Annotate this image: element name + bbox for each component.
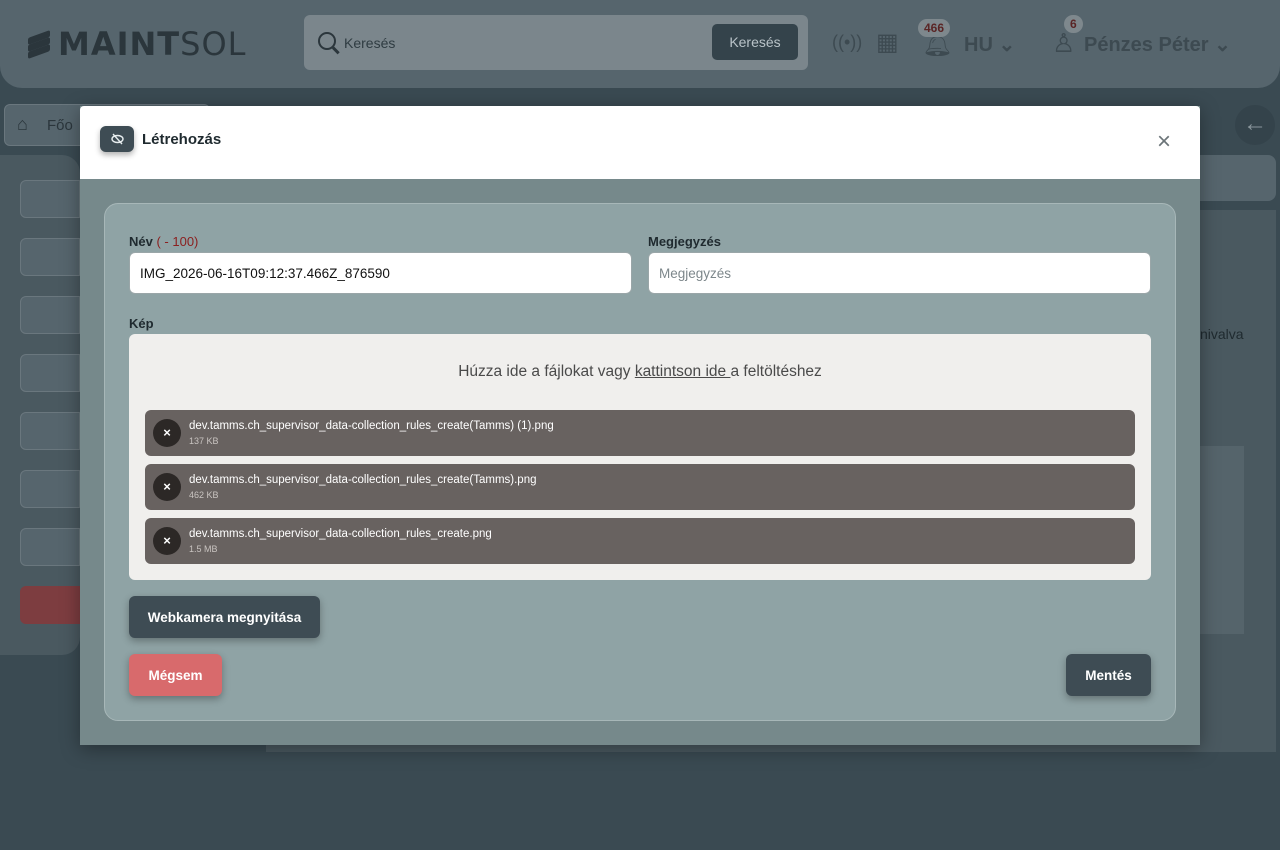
dropzone-suffix: a feltöltéshez: [730, 363, 822, 380]
chevron-down-icon: ⌄: [998, 34, 1016, 56]
logo-text-bold: MAINT: [58, 25, 181, 63]
remove-file-button[interactable]: ×: [153, 419, 181, 447]
app-logo[interactable]: MAINT SOL: [26, 25, 247, 63]
notification-badge: 466: [918, 19, 951, 37]
side-menu-item[interactable]: [20, 180, 80, 218]
save-button[interactable]: Mentés: [1066, 654, 1151, 696]
qr-code-icon[interactable]: ▦: [876, 28, 899, 57]
search-input[interactable]: [344, 29, 704, 57]
search-icon: [318, 32, 336, 50]
search-button[interactable]: Keresés: [712, 24, 798, 60]
side-menu-item[interactable]: [20, 238, 80, 276]
back-arrow-icon[interactable]: ←: [1235, 105, 1275, 145]
chevron-down-icon: ⌄: [1214, 34, 1231, 56]
uploaded-file-item: × dev.tamms.ch_supervisor_data-collectio…: [145, 518, 1135, 564]
file-name: dev.tamms.ch_supervisor_data-collection_…: [189, 420, 554, 432]
note-label: Megjegyzés: [648, 234, 721, 249]
user-badge: 6: [1064, 15, 1083, 33]
right-panel-card: [1200, 446, 1244, 634]
global-search: Keresés: [304, 15, 808, 70]
home-icon: ⌂: [17, 114, 28, 134]
logo-mark-icon: [26, 29, 52, 60]
uploaded-file-item: × dev.tamms.ch_supervisor_data-collectio…: [145, 410, 1135, 456]
side-menu-item[interactable]: [20, 528, 80, 566]
name-label-text: Név: [129, 234, 153, 249]
remove-file-button[interactable]: ×: [153, 473, 181, 501]
eye-slash-icon: [100, 126, 134, 152]
remove-file-button[interactable]: ×: [153, 527, 181, 555]
user-name: Pénzes Péter: [1084, 34, 1209, 56]
dropzone-instructions: Húzza ide a fájlokat vagy kattintson ide…: [129, 363, 1151, 381]
user-menu[interactable]: Pénzes Péter ⌄: [1084, 32, 1231, 57]
close-icon[interactable]: ×: [1154, 130, 1174, 154]
top-navbar: MAINTSOL Keresés ((•)) ▦ 🔔︎ 466 HU ⌄ ♙ 6…: [0, 0, 1280, 88]
right-panel-text: nivalva: [1200, 326, 1244, 342]
file-name: dev.tamms.ch_supervisor_data-collection_…: [189, 474, 537, 486]
side-menu-item[interactable]: [20, 354, 80, 392]
create-modal: Létrehozás × Név ( - 100) Megjegyzés Kép…: [80, 106, 1200, 745]
open-webcam-button[interactable]: Webkamera megnyitása: [129, 596, 320, 638]
side-menu-item[interactable]: [20, 296, 80, 334]
file-size: 462 KB: [189, 490, 219, 500]
note-input[interactable]: [648, 252, 1151, 294]
name-label: Név ( - 100): [129, 234, 198, 249]
browse-files-link[interactable]: kattintson ide: [635, 363, 731, 380]
file-dropzone[interactable]: Húzza ide a fájlokat vagy kattintson ide…: [129, 334, 1151, 580]
background-panel-edge: [266, 744, 1276, 752]
breadcrumb-home-label: Főo: [47, 117, 73, 134]
modal-header: Létrehozás ×: [80, 106, 1200, 179]
modal-form: Név ( - 100) Megjegyzés Kép Húzza ide a …: [104, 203, 1176, 721]
logo-text-light: SOL: [180, 25, 247, 63]
language-selector[interactable]: HU ⌄: [964, 32, 1015, 57]
file-size: 1.5 MB: [189, 544, 218, 554]
modal-title: Létrehozás: [142, 131, 222, 148]
file-size: 137 KB: [189, 436, 219, 446]
signal-icon[interactable]: ((•)): [832, 32, 862, 53]
side-menu-item[interactable]: [20, 412, 80, 450]
side-menu: [0, 155, 80, 655]
file-name: dev.tamms.ch_supervisor_data-collection_…: [189, 528, 492, 540]
right-panel-header: [1200, 155, 1276, 201]
dropzone-prefix: Húzza ide a fájlokat vagy: [458, 363, 635, 380]
uploaded-file-item: × dev.tamms.ch_supervisor_data-collectio…: [145, 464, 1135, 510]
language-label: HU: [964, 34, 993, 56]
side-menu-item[interactable]: [20, 470, 80, 508]
name-limit: ( - 100): [156, 234, 199, 249]
image-label: Kép: [129, 316, 154, 331]
side-menu-delete[interactable]: [20, 586, 80, 624]
cancel-button[interactable]: Mégsem: [129, 654, 222, 696]
name-input[interactable]: [129, 252, 632, 294]
